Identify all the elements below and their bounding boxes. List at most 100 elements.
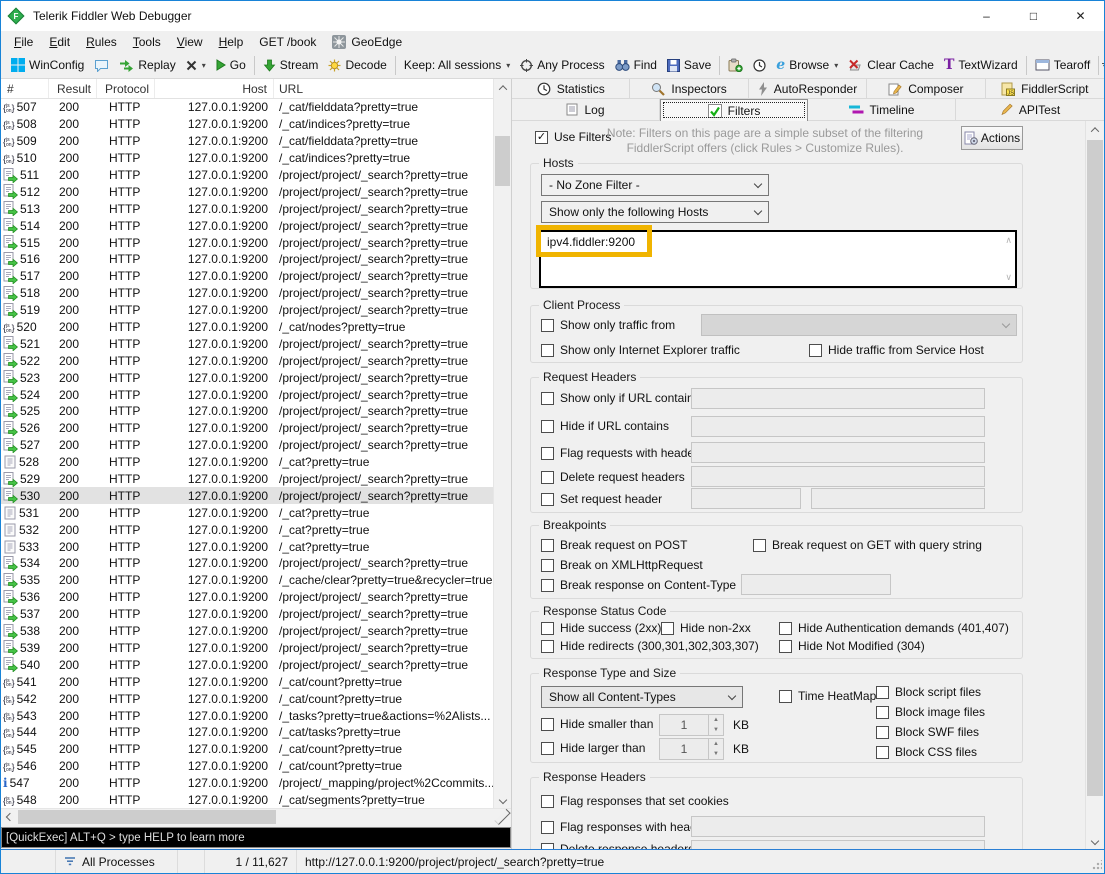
scroll-right-arrow[interactable] xyxy=(494,809,511,825)
hide-url-contains-checkbox[interactable] xyxy=(541,420,554,433)
break-post-checkbox[interactable] xyxy=(541,539,554,552)
flag-responses-headers-checkbox[interactable] xyxy=(541,821,554,834)
resize-grip[interactable] xyxy=(1092,860,1102,870)
flag-requests-headers-input[interactable] xyxy=(691,442,985,463)
session-row-510[interactable]: {json}510200HTTP127.0.0.1:9200/_cat/indi… xyxy=(1,150,493,167)
menu-tools[interactable]: Tools xyxy=(125,31,169,52)
scroll-up-arrow[interactable] xyxy=(494,79,511,96)
session-row-525[interactable]: 525200HTTP127.0.0.1:9200/project/project… xyxy=(1,403,493,420)
set-request-header-name-input[interactable] xyxy=(691,488,801,509)
process-filter-cell[interactable]: All Processes xyxy=(56,850,178,873)
session-row-508[interactable]: {json}508200HTTP127.0.0.1:9200/_cat/indi… xyxy=(1,116,493,133)
session-row-545[interactable]: {json}545200HTTP127.0.0.1:9200/_cat/coun… xyxy=(1,741,493,758)
spin-down-icon[interactable]: ▼ xyxy=(709,725,723,735)
block-css-checkbox[interactable] xyxy=(876,746,889,759)
scroll-thumb[interactable] xyxy=(1087,140,1103,796)
session-row-548[interactable]: {json}548200HTTP127.0.0.1:9200/_cat/segm… xyxy=(1,792,493,808)
session-row-541[interactable]: {json}541200HTTP127.0.0.1:9200/_cat/coun… xyxy=(1,673,493,690)
scroll-track[interactable] xyxy=(494,96,511,791)
hide-larger-spinner[interactable]: 1 ▲▼ xyxy=(659,738,724,760)
hide-auth-demands-checkbox[interactable] xyxy=(779,622,792,635)
zone-filter-select[interactable]: - No Zone Filter - xyxy=(541,174,769,196)
minimize-button[interactable]: – xyxy=(963,1,1010,31)
break-get-query-checkbox[interactable] xyxy=(753,539,766,552)
block-swf-checkbox[interactable] xyxy=(876,726,889,739)
flag-set-cookies-checkbox[interactable] xyxy=(541,795,554,808)
show-only-url-contains-input[interactable] xyxy=(691,388,985,409)
session-row-521[interactable]: 521200HTTP127.0.0.1:9200/project/project… xyxy=(1,335,493,352)
save-button[interactable]: Save xyxy=(662,56,716,74)
block-image-checkbox[interactable] xyxy=(876,706,889,719)
session-row-538[interactable]: 538200HTTP127.0.0.1:9200/project/project… xyxy=(1,623,493,640)
scroll-up-arrow[interactable] xyxy=(1086,121,1104,138)
break-response-content-type-checkbox[interactable] xyxy=(541,579,554,592)
flag-responses-headers-input[interactable] xyxy=(691,816,985,837)
delete-response-headers-input[interactable] xyxy=(691,840,985,849)
hide-url-contains-input[interactable] xyxy=(691,416,985,437)
session-row-520[interactable]: {json}520200HTTP127.0.0.1:9200/_cat/node… xyxy=(1,319,493,336)
actions-button[interactable]: Actions xyxy=(961,126,1023,150)
session-row-533[interactable]: 533200HTTP127.0.0.1:9200/_cat?pretty=tru… xyxy=(1,538,493,555)
column-header-host[interactable]: Host xyxy=(155,79,274,98)
scroll-down-arrow[interactable] xyxy=(1086,832,1104,849)
session-row-509[interactable]: {json}509200HTTP127.0.0.1:9200/_cat/fiel… xyxy=(1,133,493,150)
hide-larger-checkbox[interactable] xyxy=(541,742,554,755)
hide-redirects-checkbox[interactable] xyxy=(541,640,554,653)
chevron-down-icon[interactable]: ∨ xyxy=(1005,273,1012,282)
session-row-511[interactable]: 511200HTTP127.0.0.1:9200/project/project… xyxy=(1,167,493,184)
scroll-down-arrow[interactable] xyxy=(494,791,511,808)
scroll-thumb[interactable] xyxy=(495,136,510,186)
session-row-527[interactable]: 527200HTTP127.0.0.1:9200/project/project… xyxy=(1,437,493,454)
block-script-checkbox[interactable] xyxy=(876,686,889,699)
session-row-516[interactable]: 516200HTTP127.0.0.1:9200/project/project… xyxy=(1,251,493,268)
session-row-532[interactable]: 532200HTTP127.0.0.1:9200/_cat?pretty=tru… xyxy=(1,521,493,538)
session-row-547[interactable]: i547200HTTP127.0.0.1:9200/project/_mappi… xyxy=(1,775,493,792)
delete-response-headers-checkbox[interactable] xyxy=(541,843,554,850)
menu-help[interactable]: Help xyxy=(211,31,252,52)
spin-down-icon[interactable]: ▼ xyxy=(709,749,723,759)
tab-apitest[interactable]: APITest xyxy=(956,99,1104,121)
column-header-result[interactable]: Result xyxy=(49,79,97,98)
maximize-button[interactable]: □ xyxy=(1010,1,1057,31)
session-row-537[interactable]: 537200HTTP127.0.0.1:9200/project/project… xyxy=(1,606,493,623)
capture-status-cell[interactable] xyxy=(1,850,56,873)
decode-button[interactable]: Decode xyxy=(323,56,391,74)
scroll-left-arrow[interactable] xyxy=(1,809,18,825)
clear-cache-button[interactable]: Clear Cache xyxy=(843,56,939,74)
scroll-track[interactable] xyxy=(18,809,494,825)
break-xhr-checkbox[interactable] xyxy=(541,559,554,572)
winconfig-button[interactable]: WinConfig xyxy=(6,56,89,74)
close-button[interactable]: ✕ xyxy=(1057,1,1104,31)
session-row-546[interactable]: {json}546200HTTP127.0.0.1:9200/_cat/coun… xyxy=(1,758,493,775)
session-row-531[interactable]: 531200HTTP127.0.0.1:9200/_cat?pretty=tru… xyxy=(1,504,493,521)
session-row-539[interactable]: 539200HTTP127.0.0.1:9200/project/project… xyxy=(1,640,493,657)
tab-fiddlerscript[interactable]: JSFiddlerScript xyxy=(986,79,1104,99)
break-content-type-input[interactable] xyxy=(741,574,891,595)
tab-timeline[interactable]: Timeline xyxy=(808,99,956,121)
session-row-544[interactable]: {json}544200HTTP127.0.0.1:9200/_cat/task… xyxy=(1,724,493,741)
spin-up-icon[interactable]: ▲ xyxy=(709,715,723,725)
stream-button[interactable]: Stream xyxy=(258,56,324,74)
session-row-543[interactable]: {json}543200HTTP127.0.0.1:9200/_tasks?pr… xyxy=(1,707,493,724)
delete-request-headers-input[interactable] xyxy=(691,466,985,487)
session-row-540[interactable]: 540200HTTP127.0.0.1:9200/project/project… xyxy=(1,656,493,673)
tearoff-button[interactable]: Tearoff xyxy=(1030,56,1095,74)
show-only-traffic-from-checkbox[interactable] xyxy=(541,319,554,332)
process-select[interactable] xyxy=(701,314,1017,336)
scroll-track[interactable] xyxy=(1086,138,1104,832)
scroll-thumb[interactable] xyxy=(18,810,276,824)
screenshot-button[interactable] xyxy=(723,56,748,74)
find-button[interactable]: Find xyxy=(610,56,662,74)
column-header-protocol[interactable]: Protocol xyxy=(97,79,155,98)
menu-rules[interactable]: Rules xyxy=(78,31,125,52)
any-process-button[interactable]: Any Process xyxy=(515,56,609,74)
go-button[interactable]: Go xyxy=(211,56,251,74)
hide-success-checkbox[interactable] xyxy=(541,622,554,635)
use-filters-checkbox[interactable] xyxy=(535,131,548,144)
tab-filters[interactable]: Filters xyxy=(660,99,808,121)
hide-not-modified-checkbox[interactable] xyxy=(779,640,792,653)
session-row-518[interactable]: 518200HTTP127.0.0.1:9200/project/project… xyxy=(1,285,493,302)
session-row-507[interactable]: {json}507200HTTP127.0.0.1:9200/_cat/fiel… xyxy=(1,99,493,116)
session-row-536[interactable]: 536200HTTP127.0.0.1:9200/project/project… xyxy=(1,589,493,606)
timer-button[interactable] xyxy=(748,57,771,74)
